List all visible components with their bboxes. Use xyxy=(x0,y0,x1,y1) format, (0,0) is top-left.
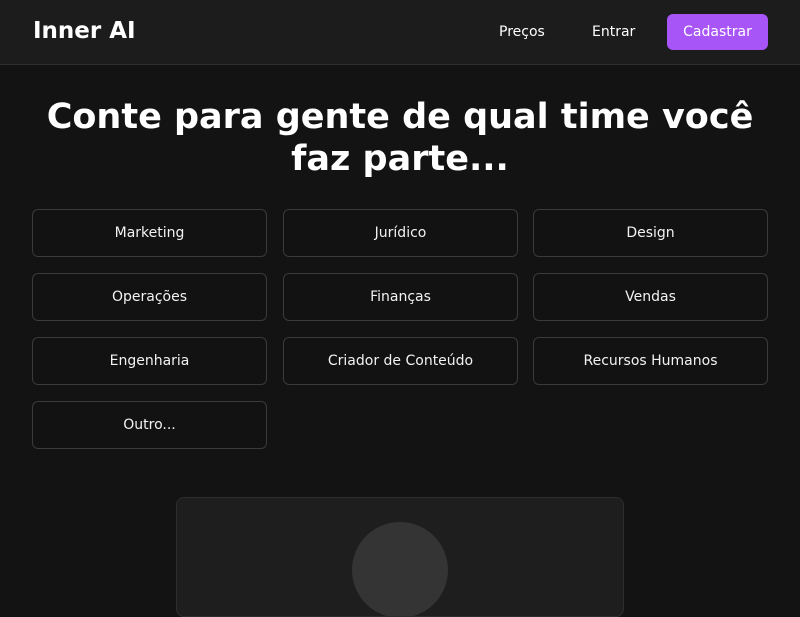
nav-link-pricing[interactable]: Preços xyxy=(499,22,545,42)
signup-button[interactable]: Cadastrar xyxy=(667,14,768,50)
team-option-juridico[interactable]: Jurídico xyxy=(283,209,518,257)
team-option-vendas[interactable]: Vendas xyxy=(533,273,768,321)
preview-card xyxy=(176,497,624,617)
team-option-engenharia[interactable]: Engenharia xyxy=(32,337,267,385)
team-option-operacoes[interactable]: Operações xyxy=(32,273,267,321)
logo[interactable]: Inner AI xyxy=(33,17,136,45)
nav-link-login[interactable]: Entrar xyxy=(592,22,635,42)
team-option-financas[interactable]: Finanças xyxy=(283,273,518,321)
page-title: Conte para gente de qual time você faz p… xyxy=(46,97,754,179)
team-option-outro[interactable]: Outro... xyxy=(32,401,267,449)
team-option-design[interactable]: Design xyxy=(533,209,768,257)
team-option-recursos-humanos[interactable]: Recursos Humanos xyxy=(533,337,768,385)
team-option-marketing[interactable]: Marketing xyxy=(32,209,267,257)
team-option-criador-de-conteudo[interactable]: Criador de Conteúdo xyxy=(283,337,518,385)
navbar: Inner AI Preços Entrar Cadastrar xyxy=(0,0,800,65)
avatar-placeholder xyxy=(352,522,448,616)
